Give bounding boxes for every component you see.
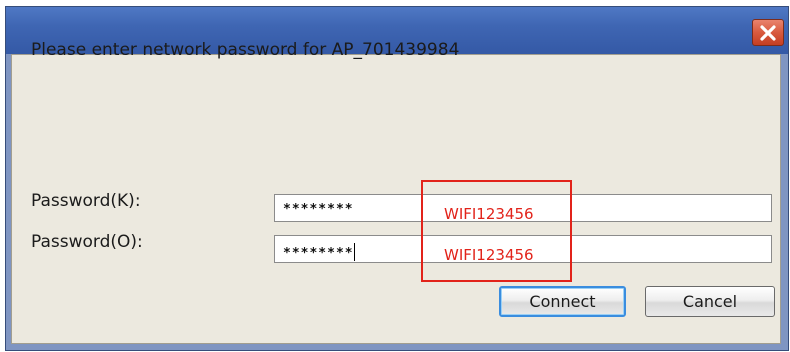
close-button[interactable] [752, 19, 784, 46]
connect-button[interactable]: Connect [499, 286, 626, 317]
cancel-button[interactable]: Cancel [645, 286, 775, 317]
text-caret [353, 243, 355, 261]
close-icon [760, 24, 776, 41]
prompt-text: Please enter network password for AP_701… [31, 40, 460, 60]
password-k-label: Password(K): [31, 191, 141, 211]
password-o-label: Password(O): [31, 232, 143, 252]
annotation-label-o: WIFI123456 [444, 246, 534, 264]
annotation-highlight-box [421, 180, 572, 282]
password-o-value: ******** [283, 246, 354, 261]
password-k-value: ******** [283, 202, 354, 217]
annotation-label-k: WIFI123456 [444, 205, 534, 223]
